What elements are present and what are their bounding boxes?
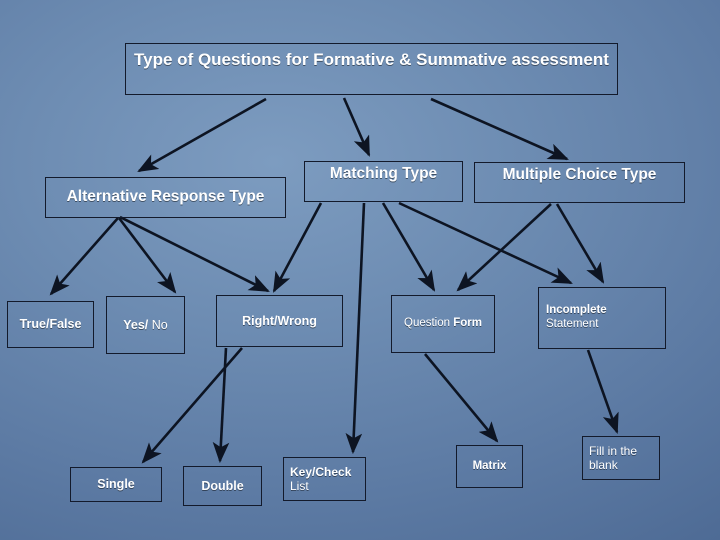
node-key-check-list: Key/Check List	[283, 457, 366, 501]
node-label: Multiple Choice Type	[502, 166, 657, 183]
node-label: Fill in the blank	[589, 444, 659, 472]
node-label-line2: blank	[589, 458, 618, 472]
node-label: Right/Wrong	[242, 313, 317, 328]
node-multiple-choice-type: Multiple Choice Type	[474, 162, 685, 203]
node-label: Incomplete Statement	[546, 304, 665, 331]
edge-rightwrong-to-double	[212, 347, 230, 464]
node-label-regular-part: No	[148, 317, 168, 332]
node-label-bold-part: Key/Check	[290, 464, 352, 479]
node-label: Double	[201, 478, 244, 493]
node-label: Key/Check List	[290, 465, 365, 493]
node-label: Alternative Response Type	[66, 188, 265, 206]
node-yes-no: Yes/ No	[106, 296, 185, 354]
node-matrix: Matrix	[456, 445, 523, 488]
node-label-regular-part: List	[290, 479, 309, 493]
node-true-false: True/False	[7, 301, 94, 348]
node-label: Matching Type	[329, 165, 438, 182]
node-label-bold-part: Form	[453, 317, 482, 330]
slide-canvas: Type of Questions for Formative & Summat…	[0, 0, 720, 540]
title-text: Type of Questions for Formative & Summat…	[134, 50, 609, 69]
node-label-regular-part: Question	[404, 317, 454, 330]
node-double: Double	[183, 466, 262, 506]
edge-title-to-alternative	[137, 97, 267, 173]
edge-alternative-to-rightwrong	[119, 215, 270, 293]
edge-matching-to-keychecklist	[345, 202, 366, 455]
edge-rightwrong-to-single	[141, 347, 243, 464]
edge-multiple-to-questionform	[456, 203, 552, 292]
edge-title-to-matching	[342, 97, 371, 157]
node-label: Question Form	[392, 317, 494, 331]
node-label-bold-part: Incomplete	[546, 304, 607, 317]
node-label-line1: Fill in the	[589, 443, 638, 458]
node-label: Single	[97, 477, 135, 492]
node-matching-type: Matching Type	[304, 161, 463, 202]
node-label-regular-part: Statement	[546, 318, 599, 330]
edge-matching-to-incomplete	[398, 201, 573, 285]
edge-multiple-to-incomplete	[555, 203, 605, 284]
node-alternative-response-type: Alternative Response Type	[45, 177, 286, 218]
edge-alternative-to-truefalse	[49, 217, 119, 296]
node-label: Yes/ No	[107, 318, 184, 333]
node-single: Single	[70, 467, 162, 502]
edge-title-to-multiple	[430, 97, 569, 161]
edge-questionform-to-matrix	[423, 353, 499, 443]
node-label: Matrix	[472, 459, 507, 472]
node-label-bold-part: Yes/	[123, 317, 149, 332]
node-fill-in-the-blank: Fill in the blank	[582, 436, 660, 480]
node-question-form: Question Form	[391, 295, 495, 353]
title-box: Type of Questions for Formative & Summat…	[125, 43, 618, 95]
node-label: True/False	[19, 317, 82, 332]
node-right-wrong: Right/Wrong	[216, 295, 343, 347]
node-incomplete-statement: Incomplete Statement	[538, 287, 666, 349]
edge-incomplete-to-fillblank	[586, 349, 619, 434]
